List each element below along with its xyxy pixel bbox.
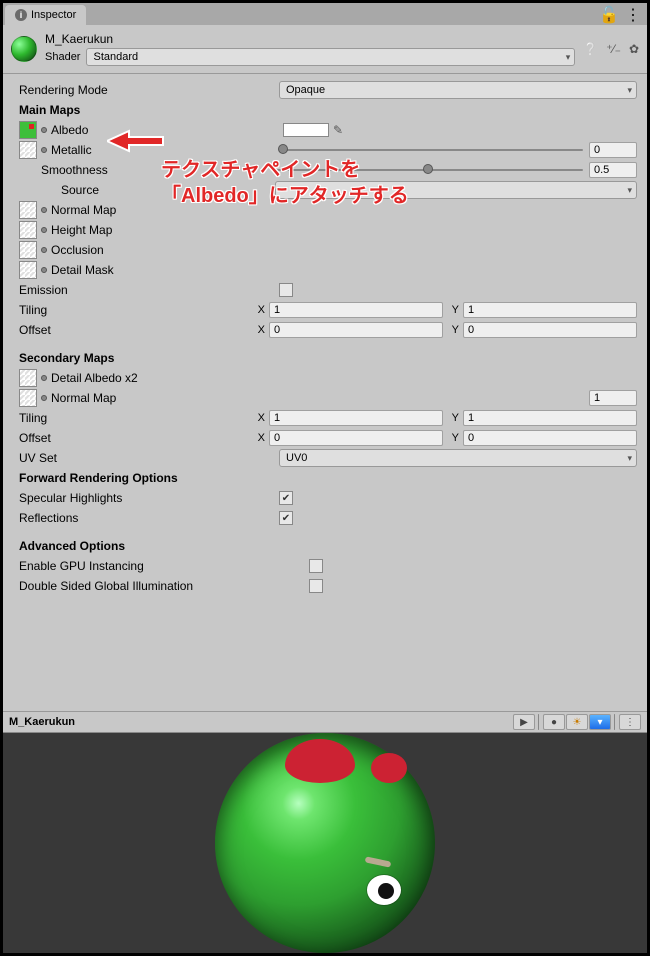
metallic-slider[interactable] [283,149,583,151]
tab-label: Inspector [31,9,76,21]
gpu-instancing-label: Enable GPU Instancing [19,559,309,573]
emission-label: Emission [19,283,279,297]
reflections-label: Reflections [19,511,279,525]
info-icon: i [15,9,27,21]
preview-play-button[interactable]: ▶ [513,714,535,730]
albedo-label: Albedo [51,123,283,137]
sec-normal-label: Normal Map [51,391,283,405]
dsgi-checkbox[interactable] [309,579,323,593]
height-target-icon [41,227,47,233]
albedo-target-icon [41,127,47,133]
forward-heading: Forward Rendering Options [19,471,279,485]
preview-sphere [215,733,435,953]
specular-checkbox[interactable] [279,491,293,505]
dsgi-label: Double Sided Global Illumination [19,579,309,593]
detail-albedo-target-icon [41,375,47,381]
rendering-mode-dropdown[interactable]: Opaque [279,81,637,99]
rendering-mode-label: Rendering Mode [19,83,279,97]
albedo-color[interactable] [283,123,329,137]
normal-texture-slot[interactable] [19,201,37,219]
sec-normal-value[interactable]: 1 [589,390,637,406]
preview-menu-button[interactable]: ⋮ [619,714,641,730]
specular-label: Specular Highlights [19,491,279,505]
metallic-thumb[interactable] [278,144,288,154]
smoothness-slider[interactable] [273,169,583,171]
sec-tiling-label: Tiling [19,411,253,425]
lock-icon[interactable]: 🔓 [599,5,619,25]
height-texture-slot[interactable] [19,221,37,239]
occlusion-label: Occlusion [51,243,104,257]
metallic-label: Metallic [51,143,103,157]
material-name: M_Kaerukun [45,32,575,46]
smoothness-value[interactable]: 0.5 [589,162,637,178]
normal-label: Normal Map [51,203,116,217]
offset-y[interactable]: 0 [463,322,637,338]
metallic-texture-slot[interactable] [19,141,37,159]
shader-label: Shader [45,51,80,63]
source-dropdown[interactable] [275,181,637,199]
eyedropper-icon[interactable]: ✎ [333,123,343,137]
sec-normal-slot[interactable] [19,389,37,407]
preview-name: M_Kaerukun [9,716,75,728]
preview-light-button[interactable]: ☀ [566,714,588,730]
occlusion-target-icon [41,247,47,253]
smoothness-label: Smoothness [41,163,137,177]
shader-dropdown[interactable]: Standard [86,48,575,66]
sec-tiling-x[interactable]: 1 [269,410,443,426]
detailmask-label: Detail Mask [51,263,114,277]
main-maps-heading: Main Maps [19,103,279,117]
material-header: M_Kaerukun Shader Standard ❔ ⁺⁄₋ ✿ [3,25,647,69]
red-spot-2 [371,753,407,783]
material-preview[interactable] [3,733,647,953]
material-icon [11,36,37,62]
kebab-icon[interactable]: ⋮ [625,5,641,25]
uv-set-label: UV Set [19,451,279,465]
reflections-checkbox[interactable] [279,511,293,525]
occlusion-texture-slot[interactable] [19,241,37,259]
metallic-value[interactable]: 0 [589,142,637,158]
smoothness-thumb[interactable] [423,164,433,174]
preview-shape-button[interactable]: ● [543,714,565,730]
gpu-instancing-checkbox[interactable] [309,559,323,573]
preview-sky-button[interactable]: ▾ [589,714,611,730]
sec-normal-target-icon [41,395,47,401]
normal-target-icon [41,207,47,213]
offset-label: Offset [19,323,253,337]
emission-checkbox[interactable] [279,283,293,297]
sec-tiling-y[interactable]: 1 [463,410,637,426]
offset-x[interactable]: 0 [269,322,443,338]
height-label: Height Map [51,223,112,237]
red-spot-1 [285,739,355,783]
gear-icon[interactable]: ✿ [629,42,639,56]
uv-set-dropdown[interactable]: UV0 [279,449,637,467]
sec-offset-label: Offset [19,431,253,445]
eyebrow [365,856,392,867]
sec-offset-y[interactable]: 0 [463,430,637,446]
help-icon[interactable]: ❔ [583,42,598,56]
advanced-heading: Advanced Options [19,539,279,553]
detailmask-target-icon [41,267,47,273]
metallic-target-icon [41,147,47,153]
sec-offset-x[interactable]: 0 [269,430,443,446]
tiling-label: Tiling [19,303,253,317]
preview-bar: M_Kaerukun ▶ ● ☀ ▾ ⋮ [3,711,647,733]
detail-albedo-label: Detail Albedo x2 [51,371,138,385]
detailmask-texture-slot[interactable] [19,261,37,279]
secondary-maps-heading: Secondary Maps [19,351,279,365]
tab-inspector[interactable]: i Inspector [5,5,86,25]
source-label: Source [61,183,275,197]
preset-icon[interactable]: ⁺⁄₋ [606,42,621,56]
albedo-texture-slot[interactable] [19,121,37,139]
detail-albedo-slot[interactable] [19,369,37,387]
eye [367,875,401,905]
tiling-x[interactable]: 1 [269,302,443,318]
tab-bar: i Inspector 🔓 ⋮ [3,3,647,25]
tiling-y[interactable]: 1 [463,302,637,318]
